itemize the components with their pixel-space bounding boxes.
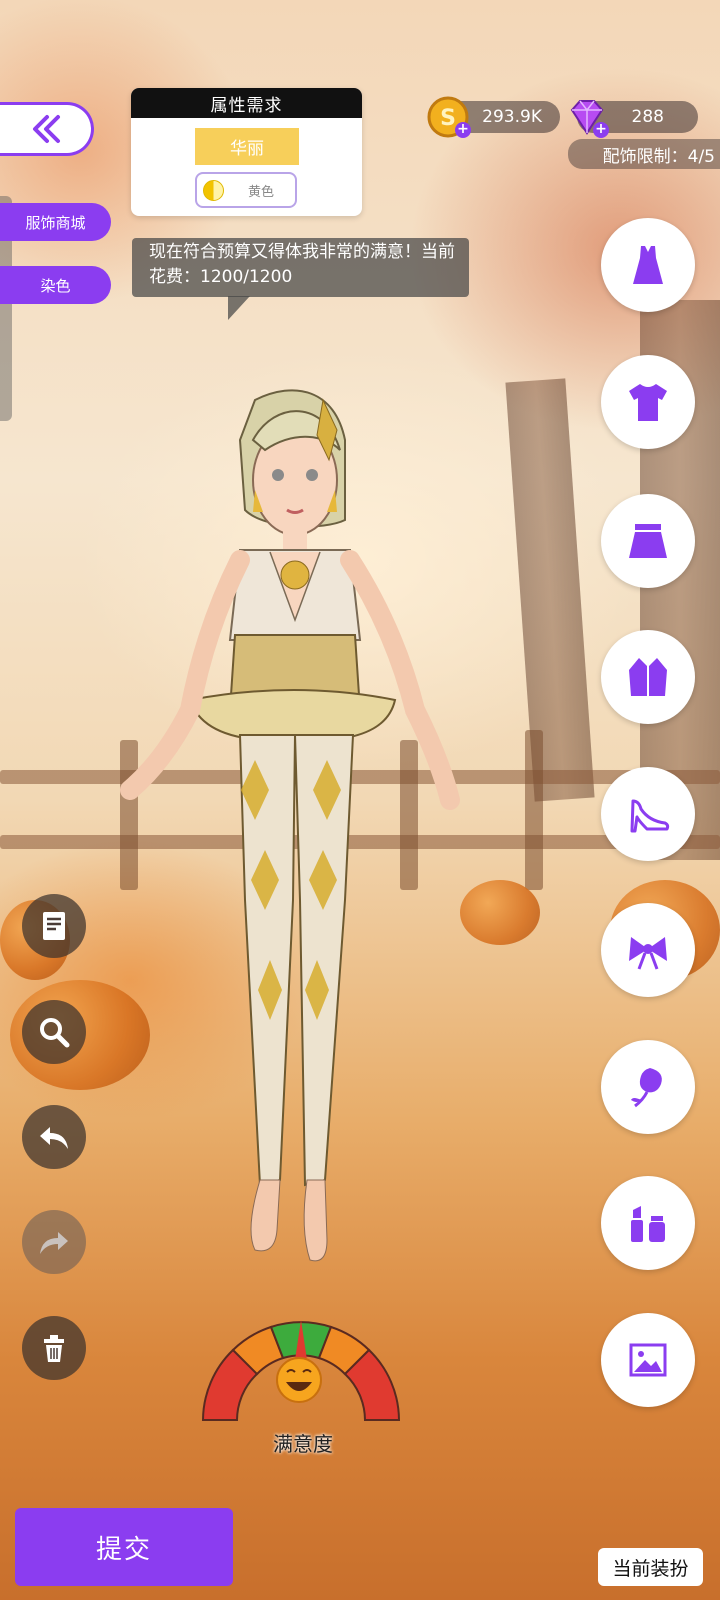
requirement-color-label: 黄色 (248, 184, 275, 200)
satisfaction-gauge (201, 1320, 401, 1421)
jacket-icon (629, 658, 667, 696)
tree-trunk (505, 378, 595, 802)
current-outfit-button[interactable]: 当前装扮 (598, 1548, 703, 1586)
category-background-button[interactable] (601, 1313, 695, 1407)
redo-arrow-icon (40, 1232, 68, 1254)
category-skirt-button[interactable] (601, 494, 695, 588)
bow-icon (629, 937, 667, 970)
undo-arrow-icon (40, 1127, 68, 1149)
rose-icon (631, 1068, 662, 1108)
category-jacket-button[interactable] (601, 630, 695, 724)
dye-label: 染色 (40, 276, 71, 295)
accessory-limit: 配饰限制：4/5 (568, 139, 720, 169)
requirement-card: 属性需求 华丽 黄色 (131, 88, 362, 216)
current-outfit-label: 当前装扮 (612, 1557, 689, 1580)
high-heel-icon (630, 799, 670, 833)
gem-amount: 288 (631, 107, 664, 127)
dress-icon (633, 246, 663, 284)
submit-label: 提交 (95, 1534, 152, 1565)
tshirt-icon (629, 384, 667, 421)
speech-bubble: 现在符合预算又得体我非常的满意！当前花费：1200/1200 (132, 238, 469, 297)
coin-amount: 293.9K (482, 107, 542, 127)
clothing-shop-button[interactable]: 服饰商城 (0, 203, 111, 241)
skirt-icon (629, 524, 667, 558)
makeup-icon (631, 1206, 665, 1242)
fence-post (525, 730, 543, 890)
redo-button[interactable] (22, 1210, 86, 1274)
double-chevron-left-icon (32, 115, 60, 143)
category-makeup-button[interactable] (601, 1176, 695, 1270)
zoom-button[interactable] (22, 1000, 86, 1064)
submit-button[interactable]: 提交 (15, 1508, 233, 1586)
requirement-color: 黄色 (195, 172, 297, 208)
svg-text:S: S (440, 106, 456, 131)
notes-icon (43, 912, 65, 940)
category-flower-button[interactable] (601, 1040, 695, 1134)
add-coins-icon[interactable]: + (455, 122, 471, 138)
trash-icon (44, 1335, 64, 1362)
category-dress-button[interactable] (601, 218, 695, 312)
category-shoes-button[interactable] (601, 767, 695, 861)
speech-bubble-tail (228, 296, 250, 320)
yellow-color-swatch-icon (203, 179, 224, 201)
dye-button[interactable]: 染色 (0, 266, 111, 304)
category-bow-button[interactable] (601, 903, 695, 997)
requirement-title: 属性需求 (131, 88, 362, 118)
notes-button[interactable] (22, 894, 86, 958)
satisfaction-label: 满意度 (273, 1432, 333, 1456)
character-model[interactable] (95, 380, 485, 1280)
undo-button[interactable] (22, 1105, 86, 1169)
magnifier-icon (40, 1018, 70, 1048)
add-gems-icon[interactable]: + (593, 122, 609, 138)
happy-face-icon (276, 1357, 322, 1403)
category-top-button[interactable] (601, 355, 695, 449)
delete-button[interactable] (22, 1316, 86, 1380)
back-button[interactable] (0, 102, 94, 156)
clothing-shop-label: 服饰商城 (25, 213, 86, 232)
requirement-attribute: 华丽 (195, 128, 299, 165)
background-image-icon (629, 1343, 667, 1377)
